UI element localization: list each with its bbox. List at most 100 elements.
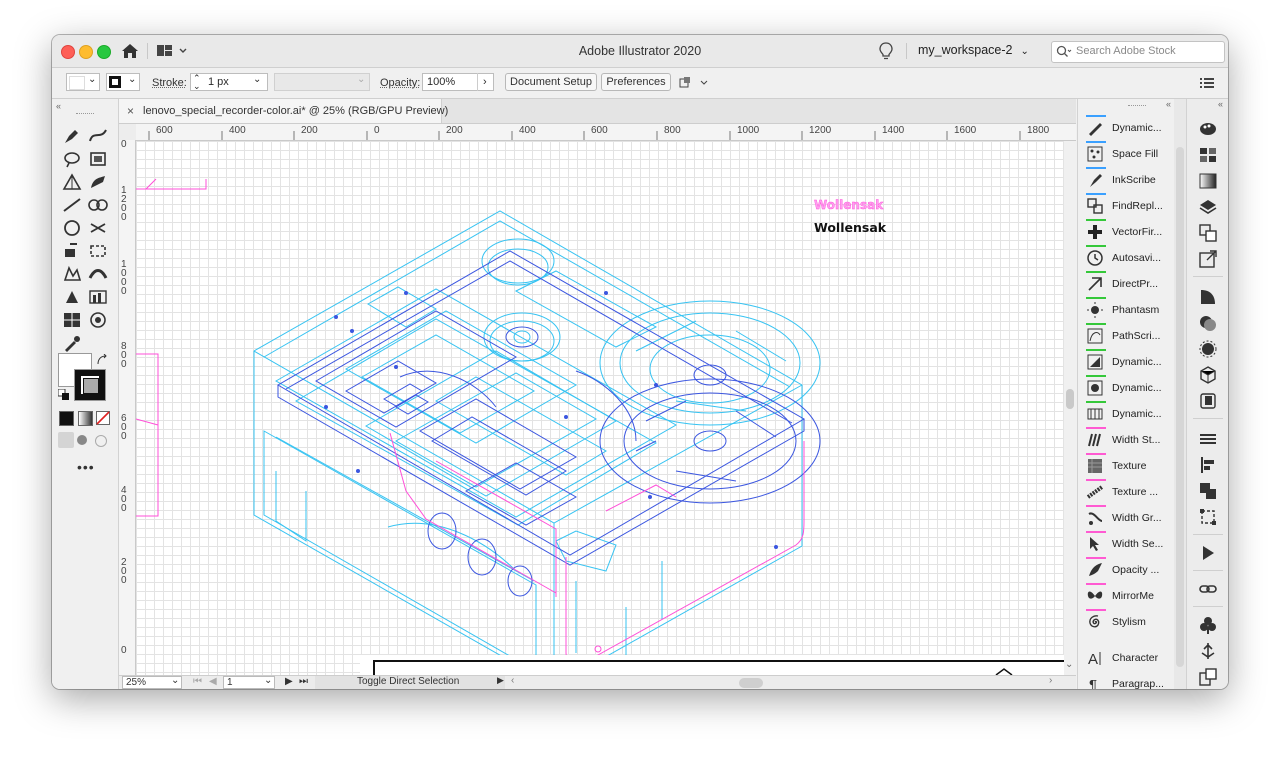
ellipse-tool-icon[interactable] xyxy=(61,218,83,238)
draw-behind-icon[interactable] xyxy=(77,435,87,445)
extension-item-dots[interactable]: Space Fill xyxy=(1078,141,1175,166)
preferences-button[interactable]: Preferences xyxy=(601,73,671,91)
extension-item-clock[interactable]: Autosavi... xyxy=(1078,245,1175,270)
stroke-color-swatch[interactable] xyxy=(74,369,106,401)
slice-tool-icon[interactable] xyxy=(87,310,109,330)
opacity-field[interactable]: 100% › xyxy=(422,73,494,91)
shape-builder-icon[interactable] xyxy=(61,241,83,261)
perspective-grid-icon[interactable] xyxy=(61,172,83,192)
extension-item-find-replace[interactable]: FindRepl... xyxy=(1078,193,1175,218)
actions-panel-icon[interactable] xyxy=(1198,543,1218,563)
document-setup-button[interactable]: Document Setup xyxy=(505,73,597,91)
transparency-panel-icon[interactable] xyxy=(1198,287,1218,307)
extension-item-spiral[interactable]: Stylism xyxy=(1078,609,1175,634)
extension-item-texture[interactable]: Texture xyxy=(1078,453,1175,478)
eyedropper-icon[interactable] xyxy=(61,333,83,353)
scissors-icon[interactable] xyxy=(87,218,109,238)
stepper-arrows-icon[interactable]: ⌃ ⌄ xyxy=(193,74,201,91)
swatches-panel-icon[interactable] xyxy=(1198,145,1218,165)
blend-tool-icon[interactable] xyxy=(87,195,109,215)
extension-item-character[interactable]: A Character xyxy=(1078,645,1175,670)
lightbulb-icon[interactable] xyxy=(879,42,893,60)
line-segment-icon[interactable] xyxy=(61,195,83,215)
libraries-panel-icon[interactable] xyxy=(1198,667,1218,687)
symbol-sprayer-icon[interactable] xyxy=(61,287,83,307)
draw-normal-icon[interactable] xyxy=(58,432,74,448)
extension-item-sun[interactable]: Phantasm xyxy=(1078,297,1175,322)
extension-item-dynamic-shape[interactable]: Dynamic... xyxy=(1078,349,1175,374)
edit-toolbar-icon[interactable]: ••• xyxy=(77,459,95,475)
fill-swatch-dropdown[interactable]: ⌄ xyxy=(66,73,100,91)
extension-item-direct-print[interactable]: DirectPr... xyxy=(1078,271,1175,296)
scroll-left-icon[interactable]: ‹ xyxy=(511,675,514,686)
align-panel-icon[interactable] xyxy=(1198,455,1218,475)
color-mode-icon[interactable] xyxy=(59,411,74,426)
appearance-panel-icon[interactable] xyxy=(1198,313,1218,333)
variable-width-profile-dropdown[interactable]: ⌄ xyxy=(274,73,370,91)
extension-item-width-gradient[interactable]: Width Gr... xyxy=(1078,505,1175,530)
extension-item-dynamic-measure[interactable]: Dynamic... xyxy=(1078,401,1175,426)
layers-panel-icon[interactable] xyxy=(1198,197,1218,217)
workspace-switcher[interactable]: my_workspace-2 ⌄ xyxy=(918,43,1029,57)
artboard-tool-icon[interactable] xyxy=(87,149,109,169)
links-panel-icon[interactable] xyxy=(1198,579,1218,599)
none-mode-icon[interactable] xyxy=(96,411,110,425)
export-panel-icon[interactable] xyxy=(1198,249,1218,269)
canvas-vertical-scrollbar[interactable]: ⌄ xyxy=(1064,141,1076,675)
adobe-stock-search[interactable]: Search Adobe Stock xyxy=(1051,41,1225,63)
mesh-tool-icon[interactable] xyxy=(61,310,83,330)
previous-artboard-icon[interactable]: ◀ xyxy=(209,676,217,687)
extension-item-paragraph[interactable]: ¶ Paragrap... xyxy=(1078,671,1175,689)
pathfinder-panel-icon[interactable] xyxy=(1198,481,1218,501)
stroke-swatch-dropdown[interactable]: ⌄ xyxy=(106,73,140,91)
recorder-artwork[interactable]: Wollensak Wollensak xyxy=(136,141,1064,675)
panel-scrollbar[interactable] xyxy=(1174,99,1186,689)
puppet-warp-icon[interactable] xyxy=(61,264,83,284)
zoom-dropdown[interactable]: 25% ⌄ xyxy=(122,675,182,689)
stroke-panel-icon[interactable] xyxy=(1198,429,1218,449)
extension-item-dynamic-frame[interactable]: Dynamic... xyxy=(1078,375,1175,400)
column-graph-icon[interactable] xyxy=(87,287,109,307)
extension-item-width-stroke[interactable]: Width St... xyxy=(1078,427,1175,452)
panel-scroll-thumb[interactable] xyxy=(1176,147,1184,667)
horizontal-scroll-thumb[interactable] xyxy=(739,678,763,688)
chevron-down-icon[interactable]: ⌄ xyxy=(253,74,261,85)
collapse-panel-icon[interactable]: « xyxy=(1166,99,1171,109)
last-artboard-icon[interactable]: ⏭ xyxy=(299,676,308,687)
extension-item-width-select[interactable]: Width Se... xyxy=(1078,531,1175,556)
align-options-icon[interactable] xyxy=(679,76,711,90)
first-artboard-icon[interactable]: ⏮ xyxy=(193,676,202,687)
curvature-tool-icon[interactable] xyxy=(87,126,109,146)
horizontal-ruler[interactable]: 600 400 200 0 200 400 600 800 1000 1200 … xyxy=(136,124,1076,141)
stroke-label[interactable]: Stroke: xyxy=(152,77,187,89)
status-dropdown[interactable]: Toggle Direct Selection ▶ xyxy=(315,675,505,689)
graphic-styles-icon[interactable] xyxy=(1198,339,1218,359)
transform-panel-icon[interactable] xyxy=(1198,507,1218,527)
scroll-down-icon[interactable]: ⌄ xyxy=(1065,659,1073,670)
symbols-panel-icon[interactable] xyxy=(1198,615,1218,635)
swap-colors-icon[interactable] xyxy=(96,354,108,366)
chevron-right-icon[interactable]: › xyxy=(477,73,487,91)
collapse-panel-icon[interactable]: « xyxy=(56,101,61,111)
vertical-ruler[interactable]: 0 1200 1000 800 600 400 200 0 xyxy=(119,140,136,680)
extension-item-butterfly[interactable]: MirrorMe xyxy=(1078,583,1175,608)
asset-export-icon[interactable] xyxy=(1198,641,1218,661)
image-trace-icon[interactable] xyxy=(1198,391,1218,411)
3d-panel-icon[interactable] xyxy=(1198,365,1218,385)
panel-menu-icon[interactable] xyxy=(1200,77,1214,89)
artboards-panel-icon[interactable] xyxy=(1198,223,1218,243)
close-tab-icon[interactable]: × xyxy=(127,104,134,118)
extension-item-pen[interactable]: InkScribe xyxy=(1078,167,1175,192)
width-tool-icon[interactable] xyxy=(87,264,109,284)
collapse-dock-icon[interactable]: « xyxy=(1218,99,1223,109)
default-colors-icon[interactable] xyxy=(58,389,70,401)
scroll-thumb[interactable] xyxy=(1066,389,1074,409)
extension-item-opacity-brush[interactable]: Opacity ... xyxy=(1078,557,1175,582)
extension-item-path-script[interactable]: PathScri... xyxy=(1078,323,1175,348)
draw-inside-icon[interactable] xyxy=(95,435,107,447)
artboard-canvas[interactable]: Wollensak Wollensak xyxy=(136,141,1064,675)
gradient-panel-icon[interactable] xyxy=(1198,171,1218,191)
blob-brush-icon[interactable] xyxy=(87,172,109,192)
opacity-label[interactable]: Opacity: xyxy=(380,77,420,89)
color-panel-icon[interactable] xyxy=(1198,119,1218,139)
